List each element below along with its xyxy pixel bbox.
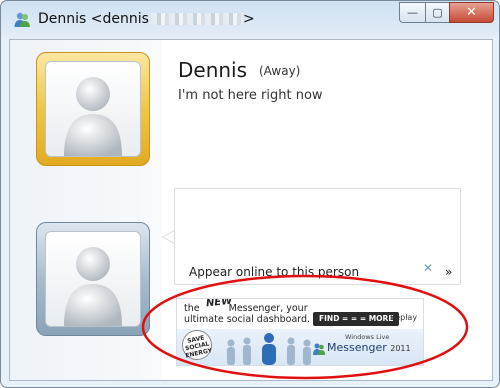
ad-brand-name: Messenger xyxy=(327,341,387,354)
messenger-buddy-icon xyxy=(14,12,30,27)
ad-artwork: SAVE SOCIAL ENERGY Windows Live Messenge… xyxy=(177,327,423,365)
own-avatar xyxy=(45,231,141,327)
minimize-button[interactable]: — xyxy=(399,2,425,23)
avatar-placeholder-icon xyxy=(64,247,122,326)
messenger-conversation-window: Dennis <dennis > — ▢ ✕ Dennis (Away) I'm… xyxy=(0,0,500,388)
contact-avatar xyxy=(45,61,141,157)
window-title-text: Dennis <dennis xyxy=(38,11,149,27)
maximize-icon: ▢ xyxy=(432,6,443,19)
ad-brand-year: 2011 xyxy=(390,344,411,353)
contact-name: Dennis xyxy=(178,58,248,82)
window-title-end: > xyxy=(242,11,255,27)
ad-people-graphic xyxy=(227,333,311,365)
contact-status: (Away) xyxy=(259,64,301,78)
advertisement-banner[interactable]: the NEW Messenger, your ultimate social … xyxy=(176,298,424,366)
minimize-icon: — xyxy=(407,6,418,19)
close-icon: ✕ xyxy=(466,5,477,20)
ad-close-icon[interactable]: ✕ xyxy=(423,261,433,275)
ad-brand-small: Windows Live xyxy=(345,333,390,341)
ad-brand: Messenger 2011 xyxy=(327,341,411,354)
appear-online-link[interactable]: Appear online to this person xyxy=(189,265,359,279)
ad-badge: SAVE SOCIAL ENERGY xyxy=(179,327,215,363)
close-button[interactable]: ✕ xyxy=(449,2,494,23)
personal-message: I'm not here right now xyxy=(178,88,323,103)
ad-replay-link[interactable]: Replay xyxy=(390,313,417,322)
conversation-panel: Appear online to this person » xyxy=(174,188,461,285)
ad-headline-pre: the xyxy=(184,303,200,314)
window-title: Dennis <dennis > xyxy=(38,11,255,27)
maximize-button[interactable]: ▢ xyxy=(425,2,449,23)
window-client-area: Dennis (Away) I'm not here right now App… xyxy=(9,39,493,381)
ad-find-more-button[interactable]: FIND = = = MORE xyxy=(313,312,400,326)
display-picture-pane xyxy=(10,40,162,380)
redacted-email xyxy=(150,13,243,25)
ad-headline: the NEW Messenger, your ultimate social … xyxy=(184,299,334,325)
own-display-picture[interactable] xyxy=(36,222,150,336)
ad-headline-line2: ultimate social dashboard. xyxy=(184,314,311,325)
messenger-logo-icon xyxy=(313,343,325,355)
chevron-right-icon[interactable]: » xyxy=(445,265,452,279)
avatar-placeholder-icon xyxy=(64,77,122,156)
contact-display-picture[interactable] xyxy=(36,52,150,166)
title-bar[interactable]: Dennis <dennis > — ▢ ✕ xyxy=(1,1,499,39)
window-controls: — ▢ ✕ xyxy=(399,2,494,23)
